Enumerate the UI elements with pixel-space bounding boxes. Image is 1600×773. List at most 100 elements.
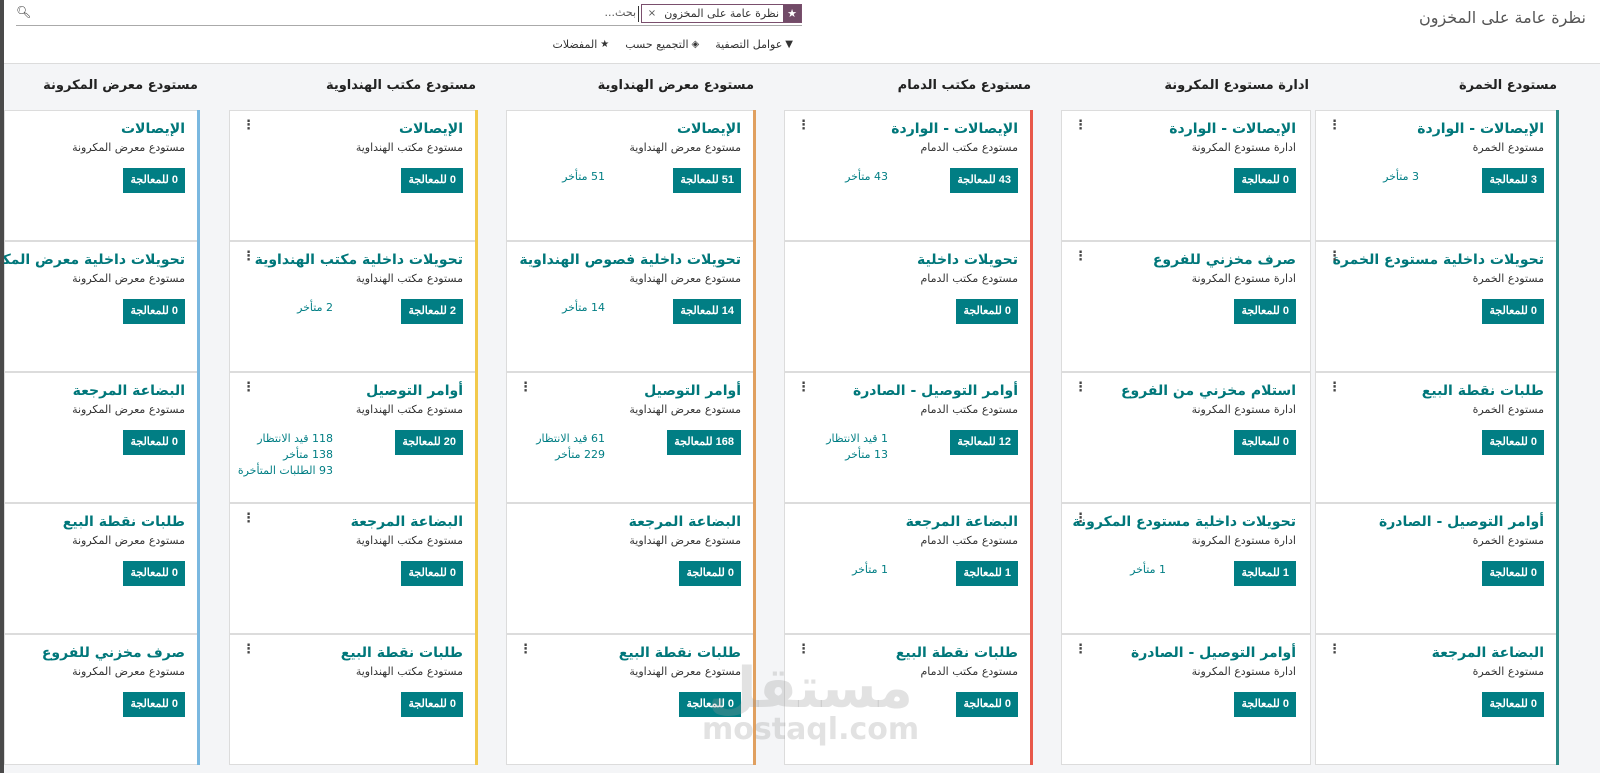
to-process-button[interactable]: 0 للمعالجة (679, 561, 741, 586)
late-link[interactable]: 2 متأخر (297, 300, 333, 316)
kanban-card[interactable]: البضاعة المرجعة مستودع معرض المكرونة 0 ل… (4, 372, 200, 503)
to-process-button[interactable]: 0 للمعالجة (401, 168, 463, 193)
groupby-button[interactable]: ◈ التجميع حسب (625, 38, 699, 51)
more-options-icon[interactable]: ⋮ (1328, 250, 1341, 263)
more-options-icon[interactable]: ⋮ (519, 643, 532, 656)
to-process-button[interactable]: 0 للمعالجة (123, 299, 185, 324)
operation-type-name[interactable]: الإيصالات - الواردة (891, 121, 1018, 137)
operation-type-name[interactable]: أوامر التوصيل - الصادرة (1131, 645, 1296, 661)
to-process-button[interactable]: 3 للمعالجة (1482, 168, 1544, 193)
more-options-icon[interactable]: ⋮ (1074, 381, 1087, 394)
kanban-card[interactable]: تحويلات داخلية مستودع المكرونة ادارة مست… (1061, 503, 1311, 634)
late-link[interactable]: 14 متأخر (562, 300, 605, 316)
kanban-card[interactable]: طلبات نقطة البيع مستودع الخمرة 0 للمعالج… (1315, 372, 1559, 503)
kanban-card[interactable]: تحويلات داخلية مستودع مكتب الدمام 0 للمع… (784, 241, 1033, 372)
kanban-card[interactable]: البضاعة المرجعة مستودع الخمرة 0 للمعالجة… (1315, 634, 1559, 765)
late-link[interactable]: 13 متأخر (826, 447, 888, 463)
operation-type-name[interactable]: الإيصالات - الواردة (1417, 121, 1544, 137)
kanban-card[interactable]: أوامر التوصيل - الصادرة مستودع مكتب الدم… (784, 372, 1033, 503)
kanban-card[interactable]: الإيصالات مستودع معرض المكرونة 0 للمعالج… (4, 110, 200, 241)
filters-button[interactable]: ▼ عوامل التصفية (715, 38, 793, 51)
to-process-button[interactable]: 0 للمعالجة (1482, 430, 1544, 455)
to-process-button[interactable]: 0 للمعالجة (1482, 299, 1544, 324)
to-process-button[interactable]: 0 للمعالجة (956, 299, 1018, 324)
more-options-icon[interactable]: ⋮ (242, 381, 255, 394)
to-process-button[interactable]: 1 للمعالجة (1234, 561, 1296, 586)
favorites-button[interactable]: ★ المفضلات (552, 38, 609, 51)
operation-type-name[interactable]: تحويلات داخلية معرض المكرونة (0, 252, 185, 268)
kanban-card[interactable]: تحويلات داخلية مكتب الهنداوية مستودع مكت… (229, 241, 478, 372)
more-options-icon[interactable]: ⋮ (1074, 119, 1087, 132)
more-options-icon[interactable]: ⋮ (1074, 512, 1087, 525)
to-process-button[interactable]: 0 للمعالجة (1234, 299, 1296, 324)
to-process-button[interactable]: 0 للمعالجة (1482, 692, 1544, 717)
to-process-button[interactable]: 0 للمعالجة (123, 692, 185, 717)
kanban-card[interactable]: صرف مخزني للفروع مستودع معرض المكرونة 0 … (4, 634, 200, 765)
operation-type-name[interactable]: استلام مخزني من الفروع (1121, 383, 1296, 399)
late-link[interactable]: 43 متأخر (845, 169, 888, 185)
to-process-button[interactable]: 0 للمعالجة (1482, 561, 1544, 586)
late-link[interactable]: 1 متأخر (852, 562, 888, 578)
more-options-icon[interactable]: ⋮ (797, 643, 810, 656)
to-process-button[interactable]: 51 للمعالجة (673, 168, 741, 193)
kanban-card[interactable]: الإيصالات مستودع مكتب الهنداوية 0 للمعال… (229, 110, 478, 241)
more-options-icon[interactable]: ⋮ (519, 381, 532, 394)
operation-type-name[interactable]: البضاعة المرجعة (906, 514, 1018, 530)
to-process-button[interactable]: 0 للمعالجة (679, 692, 741, 717)
kanban-card[interactable]: البضاعة المرجعة مستودع مكتب الهنداوية 0 … (229, 503, 478, 634)
kanban-card[interactable]: الإيصالات - الواردة مستودع مكتب الدمام 4… (784, 110, 1033, 241)
operation-type-name[interactable]: طلبات نقطة البيع (1422, 383, 1544, 399)
to-process-button[interactable]: 0 للمعالجة (1234, 430, 1296, 455)
operation-type-name[interactable]: الإيصالات (121, 121, 185, 137)
kanban-card[interactable]: طلبات نقطة البيع مستودع معرض الهنداوية 0… (506, 634, 756, 765)
operation-type-name[interactable]: تحويلات داخلية مستودع الخمرة (1333, 252, 1544, 268)
operation-type-name[interactable]: البضاعة المرجعة (73, 383, 185, 399)
operation-type-name[interactable]: تحويلات داخلية (917, 252, 1018, 268)
kanban-card[interactable]: طلبات نقطة البيع مستودع مكتب الدمام 0 لل… (784, 634, 1033, 765)
kanban-card[interactable]: أوامر التوصيل مستودع معرض الهنداوية 168 … (506, 372, 756, 503)
operation-type-name[interactable]: أوامر التوصيل - الصادرة (1379, 514, 1544, 530)
to-process-button[interactable]: 0 للمعالجة (1234, 168, 1296, 193)
to-process-button[interactable]: 0 للمعالجة (123, 168, 185, 193)
search-icon[interactable]: 🔍︎ (16, 5, 31, 19)
to-process-button[interactable]: 0 للمعالجة (123, 430, 185, 455)
operation-type-name[interactable]: طلبات نقطة البيع (341, 645, 463, 661)
kanban-card[interactable]: البضاعة المرجعة مستودع معرض الهنداوية 0 … (506, 503, 756, 634)
more-options-icon[interactable]: ⋮ (1328, 119, 1341, 132)
more-options-icon[interactable]: ⋮ (1328, 381, 1341, 394)
kanban-card[interactable]: أوامر التوصيل - الصادرة مستودع الخمرة 0 … (1315, 503, 1559, 634)
waiting-link[interactable]: 1 قيد الانتظار (826, 431, 888, 447)
waiting-link[interactable]: 61 قيد الانتظار (536, 431, 605, 447)
to-process-button[interactable]: 0 للمعالجة (401, 692, 463, 717)
late-link[interactable]: 138 متأخر (238, 447, 333, 463)
kanban-card[interactable]: تحويلات داخلية مستودع الخمرة مستودع الخم… (1315, 241, 1559, 372)
kanban-card[interactable]: طلبات نقطة البيع مستودع معرض المكرونة 0 … (4, 503, 200, 634)
to-process-button[interactable]: 168 للمعالجة (667, 430, 741, 455)
kanban-card[interactable]: الإيصالات - الواردة ادارة مستودع المكرون… (1061, 110, 1311, 241)
kanban-card[interactable]: الإيصالات مستودع معرض الهنداوية 51 للمعا… (506, 110, 756, 241)
operation-type-name[interactable]: أوامر التوصيل (366, 383, 463, 399)
late-link[interactable]: 229 متأخر (536, 447, 605, 463)
operation-type-name[interactable]: طلبات نقطة البيع (63, 514, 185, 530)
operation-type-name[interactable]: البضاعة المرجعة (1432, 645, 1544, 661)
operation-type-name[interactable]: الإيصالات (677, 121, 741, 137)
more-options-icon[interactable]: ⋮ (797, 119, 810, 132)
to-process-button[interactable]: 12 للمعالجة (950, 430, 1018, 455)
to-process-button[interactable]: 2 للمعالجة (401, 299, 463, 324)
operation-type-name[interactable]: صرف مخزني للفروع (1153, 252, 1296, 268)
kanban-card[interactable]: طلبات نقطة البيع مستودع مكتب الهنداوية 0… (229, 634, 478, 765)
operation-type-name[interactable]: تحويلات داخلية مكتب الهنداوية (255, 252, 463, 268)
kanban-card[interactable]: البضاعة المرجعة مستودع مكتب الدمام 1 للم… (784, 503, 1033, 634)
more-options-icon[interactable]: ⋮ (242, 119, 255, 132)
operation-type-name[interactable]: أوامر التوصيل (644, 383, 741, 399)
to-process-button[interactable]: 0 للمعالجة (123, 561, 185, 586)
facet-remove-icon[interactable]: × (642, 5, 660, 22)
operation-type-name[interactable]: طلبات نقطة البيع (619, 645, 741, 661)
backorders-link[interactable]: 93 الطلبات المتأخرة (238, 463, 333, 479)
late-link[interactable]: 1 متأخر (1130, 562, 1166, 578)
to-process-button[interactable]: 0 للمعالجة (1234, 692, 1296, 717)
more-options-icon[interactable]: ⋮ (1328, 643, 1341, 656)
operation-type-name[interactable]: الإيصالات - الواردة (1169, 121, 1296, 137)
kanban-card[interactable]: تحويلات داخلية معرض المكرونة مستودع معرض… (0, 241, 200, 372)
operation-type-name[interactable]: البضاعة المرجعة (629, 514, 741, 530)
